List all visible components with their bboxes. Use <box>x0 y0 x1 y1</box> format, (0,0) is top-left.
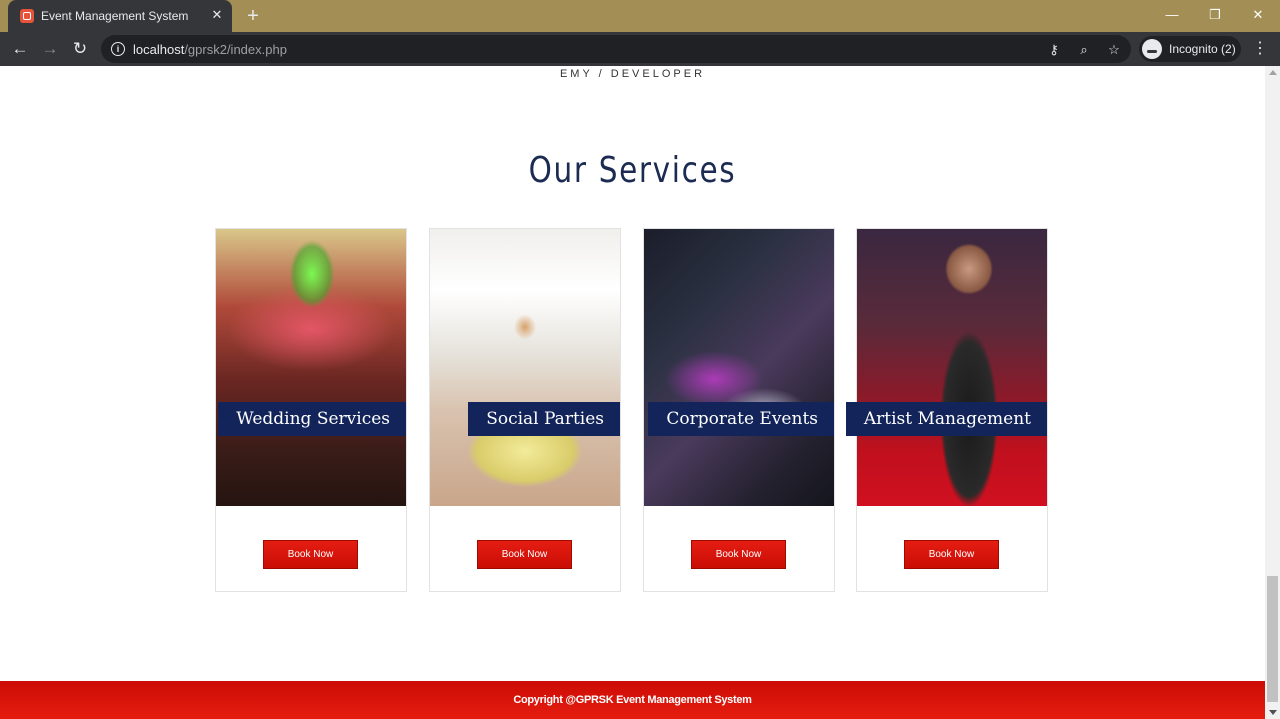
page-scrollbar[interactable] <box>1265 66 1280 719</box>
zoom-icon[interactable]: ⌕ <box>1075 41 1093 59</box>
tab-title: Event Management System <box>41 9 189 23</box>
incognito-label: Incognito (2) <box>1169 42 1236 56</box>
incognito-button[interactable]: Incognito (2) <box>1139 36 1241 62</box>
service-card-artist: Artist Management Book Now <box>845 228 1048 592</box>
browser-menu-icon[interactable]: ⋮ <box>1250 38 1270 60</box>
incognito-icon <box>1142 39 1162 59</box>
browser-toolbar: ← → ↻ i localhost/gprsk2/index.php ⚷ ⌕ ☆… <box>0 32 1280 66</box>
xampp-favicon-icon <box>20 9 34 23</box>
url-host: localhost <box>133 42 185 57</box>
site-info-icon[interactable]: i <box>111 42 125 56</box>
window-close-icon[interactable]: ✕ <box>1238 4 1278 26</box>
new-tab-icon[interactable]: + <box>242 5 264 27</box>
url-path: /gprsk2/index.php <box>184 42 287 57</box>
section-title: Our Services <box>528 150 737 191</box>
reload-icon[interactable]: ↻ <box>69 38 91 60</box>
url-text: localhost/gprsk2/index.php <box>133 42 287 57</box>
service-card-social: Social Parties Book Now <box>429 228 621 592</box>
scroll-up-icon[interactable] <box>1269 70 1277 75</box>
service-label: Wedding Services <box>218 402 406 436</box>
service-card-corporate: Corporate Events Book Now <box>643 228 835 592</box>
copyright-text: Copyright @GPRSK Event Management System <box>513 694 752 706</box>
service-label: Social Parties <box>468 402 620 436</box>
book-now-button[interactable]: Book Now <box>263 540 358 569</box>
browser-titlebar: Event Management System ✕ + — ❐ ✕ <box>0 0 1280 32</box>
scroll-thumb[interactable] <box>1267 576 1278 702</box>
book-now-button[interactable]: Book Now <box>691 540 786 569</box>
social-party-photo <box>430 229 620 506</box>
service-label: Artist Management <box>845 402 1047 436</box>
minimize-icon[interactable]: — <box>1152 4 1192 26</box>
tab-close-icon[interactable]: ✕ <box>208 6 226 24</box>
scroll-down-icon[interactable] <box>1269 710 1277 715</box>
forward-icon[interactable]: → <box>39 38 61 60</box>
wedding-photo <box>216 229 406 506</box>
book-now-button[interactable]: Book Now <box>477 540 572 569</box>
tagline: EMY / DEVELOPER <box>559 68 706 80</box>
corporate-event-photo <box>644 229 834 506</box>
address-bar[interactable]: i localhost/gprsk2/index.php ⚷ ⌕ ☆ <box>101 35 1131 63</box>
browser-tab[interactable]: Event Management System ✕ <box>8 0 232 32</box>
service-label: Corporate Events <box>648 402 834 436</box>
key-icon[interactable]: ⚷ <box>1045 41 1063 59</box>
service-card-wedding: Wedding Services Book Now <box>215 228 407 592</box>
bookmark-star-icon[interactable]: ☆ <box>1105 41 1123 59</box>
page-viewport: EMY / DEVELOPER Our Services Wedding Ser… <box>0 66 1265 719</box>
restore-icon[interactable]: ❐ <box>1195 4 1235 26</box>
site-footer: Copyright @GPRSK Event Management System <box>0 681 1265 719</box>
back-icon[interactable]: ← <box>9 38 31 60</box>
book-now-button[interactable]: Book Now <box>904 540 999 569</box>
artist-photo <box>857 229 1047 506</box>
